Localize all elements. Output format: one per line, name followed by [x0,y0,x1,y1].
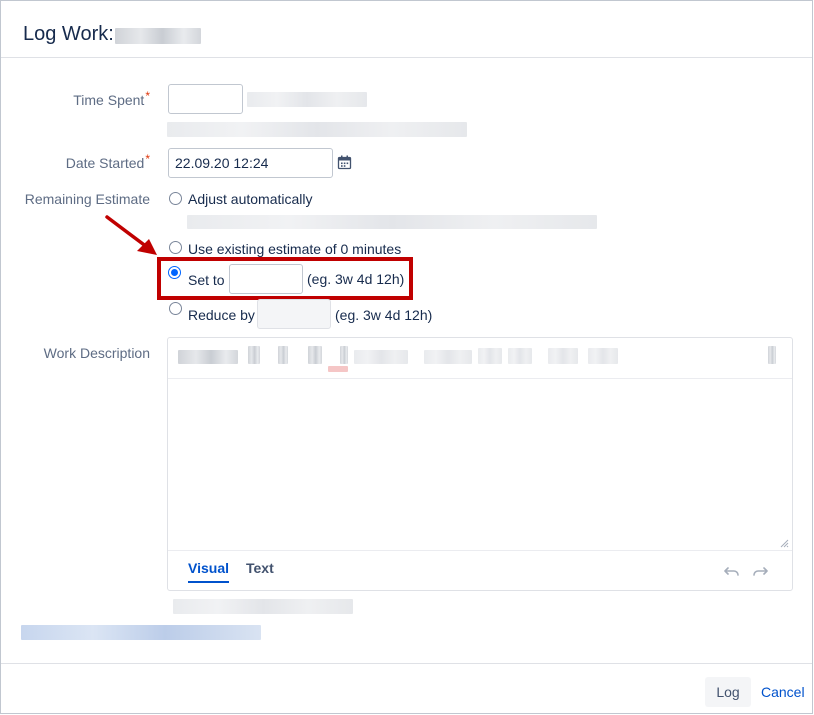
redacted-link[interactable] [21,625,261,640]
date-started-input[interactable] [168,148,333,178]
toolbar-control-redacted[interactable] [354,350,408,364]
reduce-by-hint: (eg. 3w 4d 12h) [335,307,433,323]
redacted-help-text [187,215,597,229]
time-spent-input[interactable] [168,84,243,114]
toolbar-control-redacted[interactable] [424,350,472,364]
editor-mode-tabs: Visual Text [168,550,792,590]
redacted-help-text [167,122,467,137]
calendar-icon[interactable] [337,155,352,170]
toolbar-control-redacted[interactable] [768,346,776,364]
redacted-issue-key [115,28,201,44]
work-description-editor: Visual Text [167,337,793,591]
toolbar-control-redacted[interactable] [478,348,502,364]
radio-reduce-by[interactable] [169,302,182,315]
toolbar-control-redacted[interactable] [340,346,348,364]
toolbar-control-redacted[interactable] [278,346,288,364]
date-started-label: Date Started* [65,152,150,171]
reduce-by-label: Reduce by [188,307,255,323]
undo-icon[interactable] [724,565,740,577]
log-work-dialog: Log Work: Time Spent* Date Started* Rema… [0,0,813,714]
cancel-link[interactable]: Cancel [761,683,805,701]
redacted-help-text [247,92,367,107]
radio-adjust-automatically[interactable] [169,192,182,205]
time-spent-label: Time Spent* [73,89,150,108]
toolbar-control-redacted[interactable] [178,350,238,364]
required-marker: * [145,152,150,166]
adjust-automatically-label: Adjust automatically [188,191,313,207]
dialog-footer [1,663,812,713]
dialog-title: Log Work: [23,23,114,45]
toolbar-control-redacted[interactable] [308,346,322,364]
redo-icon[interactable] [752,565,768,577]
annotation-highlight-box [157,257,413,300]
work-description-textarea[interactable] [168,380,792,550]
toolbar-control-redacted[interactable] [548,348,578,364]
resize-grip-icon[interactable] [779,538,789,548]
toolbar-control-redacted [328,366,348,372]
use-existing-estimate-label: Use existing estimate of 0 minutes [188,241,402,257]
annotation-arrow-icon [105,215,157,255]
reduce-by-input[interactable] [257,299,331,329]
required-marker: * [145,89,150,103]
tab-text[interactable]: Text [246,559,274,581]
redacted-help-text [173,599,353,614]
editor-toolbar [168,338,792,379]
toolbar-control-redacted[interactable] [588,348,618,364]
toolbar-control-redacted[interactable] [508,348,532,364]
work-description-label: Work Description [43,345,150,361]
log-button[interactable]: Log [705,677,751,707]
remaining-estimate-label: Remaining Estimate [24,191,150,207]
toolbar-control-redacted[interactable] [248,346,260,364]
tab-visual[interactable]: Visual [188,551,229,583]
dialog-header: Log Work: [1,1,812,58]
